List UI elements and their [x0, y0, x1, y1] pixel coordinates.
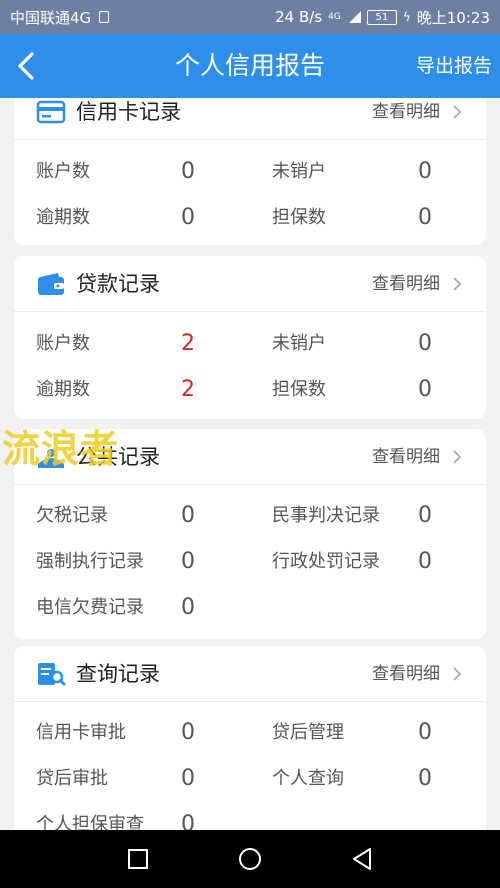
record-row: 欠税记录 0 民事判决记录 0 — [14, 493, 486, 539]
record-value: 0 — [181, 205, 195, 230]
network-type: 4G — [328, 11, 341, 22]
record-value: 0 — [181, 766, 195, 791]
loan-section: 贷款记录 查看明细 账户数 2 未销户 0 逾期数 2 担保数 0 — [14, 256, 486, 419]
record-label: 信用卡审批 — [36, 722, 126, 743]
record-label: 账户数 — [36, 333, 90, 354]
system-navigation-bar — [0, 830, 500, 888]
section-header: 贷款记录 查看明细 — [14, 256, 486, 312]
record-value: 0 — [181, 595, 195, 620]
record-row: 账户数 2 未销户 0 — [14, 321, 486, 367]
section-header: 查询记录 查看明细 — [14, 646, 486, 702]
record-label: 未销户 — [272, 333, 326, 354]
charging-icon: ϟ — [402, 10, 411, 24]
section-title: 信用卡记录 — [76, 100, 181, 124]
back-triangle-icon[interactable] — [346, 843, 378, 875]
recent-apps-icon[interactable] — [122, 843, 154, 875]
record-value: 2 — [181, 377, 195, 402]
view-detail-link[interactable]: 查看明细 — [372, 646, 440, 702]
record-value: 0 — [181, 549, 195, 574]
record-label: 担保数 — [272, 379, 326, 400]
clock: 晚上10:23 — [416, 8, 490, 27]
record-value: 0 — [181, 812, 195, 830]
record-value: 0 — [418, 503, 432, 528]
battery-icon: 51 — [366, 9, 397, 25]
record-label: 担保数 — [272, 207, 326, 228]
record-value: 0 — [418, 205, 432, 230]
record-label: 电信欠费记录 — [36, 597, 144, 618]
section-title: 贷款记录 — [76, 272, 160, 296]
status-bar: 中国联通4G 24 B/s 4G 51 ϟ 晚上10:23 — [0, 0, 500, 34]
record-value: 0 — [418, 720, 432, 745]
watermark: 流浪者 — [2, 427, 120, 471]
record-label: 强制执行记录 — [36, 551, 144, 572]
record-value: 0 — [418, 766, 432, 791]
record-label: 贷后审批 — [36, 768, 108, 789]
query-record-section: 查询记录 查看明细 信用卡审批 0 贷后管理 0 贷后审批 0 个人查询 0 个… — [14, 646, 486, 830]
record-value: 0 — [418, 159, 432, 184]
section-header: 信用卡记录 查看明细 — [14, 98, 486, 140]
chevron-right-icon[interactable] — [448, 665, 466, 683]
record-value: 0 — [418, 549, 432, 574]
record-value: 0 — [418, 331, 432, 356]
record-label: 逾期数 — [36, 379, 90, 400]
signal-icon — [347, 11, 361, 23]
record-label: 欠税记录 — [36, 505, 108, 526]
view-detail-link[interactable]: 查看明细 — [372, 98, 440, 140]
record-row: 电信欠费记录 0 — [14, 585, 486, 631]
record-label: 个人查询 — [272, 768, 344, 789]
record-row: 账户数 0 未销户 0 — [14, 149, 486, 195]
record-row: 逾期数 0 担保数 0 — [14, 195, 486, 241]
chevron-right-icon[interactable] — [448, 103, 466, 121]
record-value: 0 — [181, 720, 195, 745]
record-row: 贷后审批 0 个人查询 0 — [14, 756, 486, 802]
record-value: 0 — [418, 377, 432, 402]
view-detail-link[interactable]: 查看明细 — [372, 256, 440, 312]
search-record-icon — [38, 663, 66, 686]
record-label: 账户数 — [36, 161, 90, 182]
record-label: 个人担保审查 — [36, 814, 144, 830]
battery-level: 51 — [375, 11, 389, 23]
section-title: 查询记录 — [76, 662, 160, 686]
app-header: 个人信用报告 导出报告 — [0, 34, 500, 98]
record-row: 逾期数 2 担保数 0 — [14, 367, 486, 413]
chevron-right-icon[interactable] — [448, 275, 466, 293]
record-row: 个人担保审查 0 — [14, 802, 486, 830]
record-label: 民事判决记录 — [272, 505, 380, 526]
record-row: 强制执行记录 0 行政处罚记录 0 — [14, 539, 486, 585]
network-speed: 24 B/s — [275, 8, 323, 26]
wallet-icon — [38, 273, 64, 295]
export-report-button[interactable]: 导出报告 — [416, 34, 492, 98]
record-label: 逾期数 — [36, 207, 90, 228]
view-detail-link[interactable]: 查看明细 — [372, 429, 440, 485]
sim-card-icon — [99, 11, 110, 23]
record-value: 2 — [181, 331, 195, 356]
record-row: 信用卡审批 0 贷后管理 0 — [14, 710, 486, 756]
record-label: 未销户 — [272, 161, 326, 182]
record-label: 贷后管理 — [272, 722, 344, 743]
carrier-label: 中国联通4G — [10, 8, 92, 27]
record-label: 行政处罚记录 — [272, 551, 380, 572]
chevron-right-icon[interactable] — [448, 448, 466, 466]
home-icon[interactable] — [234, 843, 266, 875]
credit-card-section: 信用卡记录 查看明细 账户数 0 未销户 0 逾期数 0 担保数 0 — [14, 98, 486, 245]
credit-card-icon — [36, 100, 66, 124]
record-value: 0 — [181, 503, 195, 528]
record-value: 0 — [181, 159, 195, 184]
